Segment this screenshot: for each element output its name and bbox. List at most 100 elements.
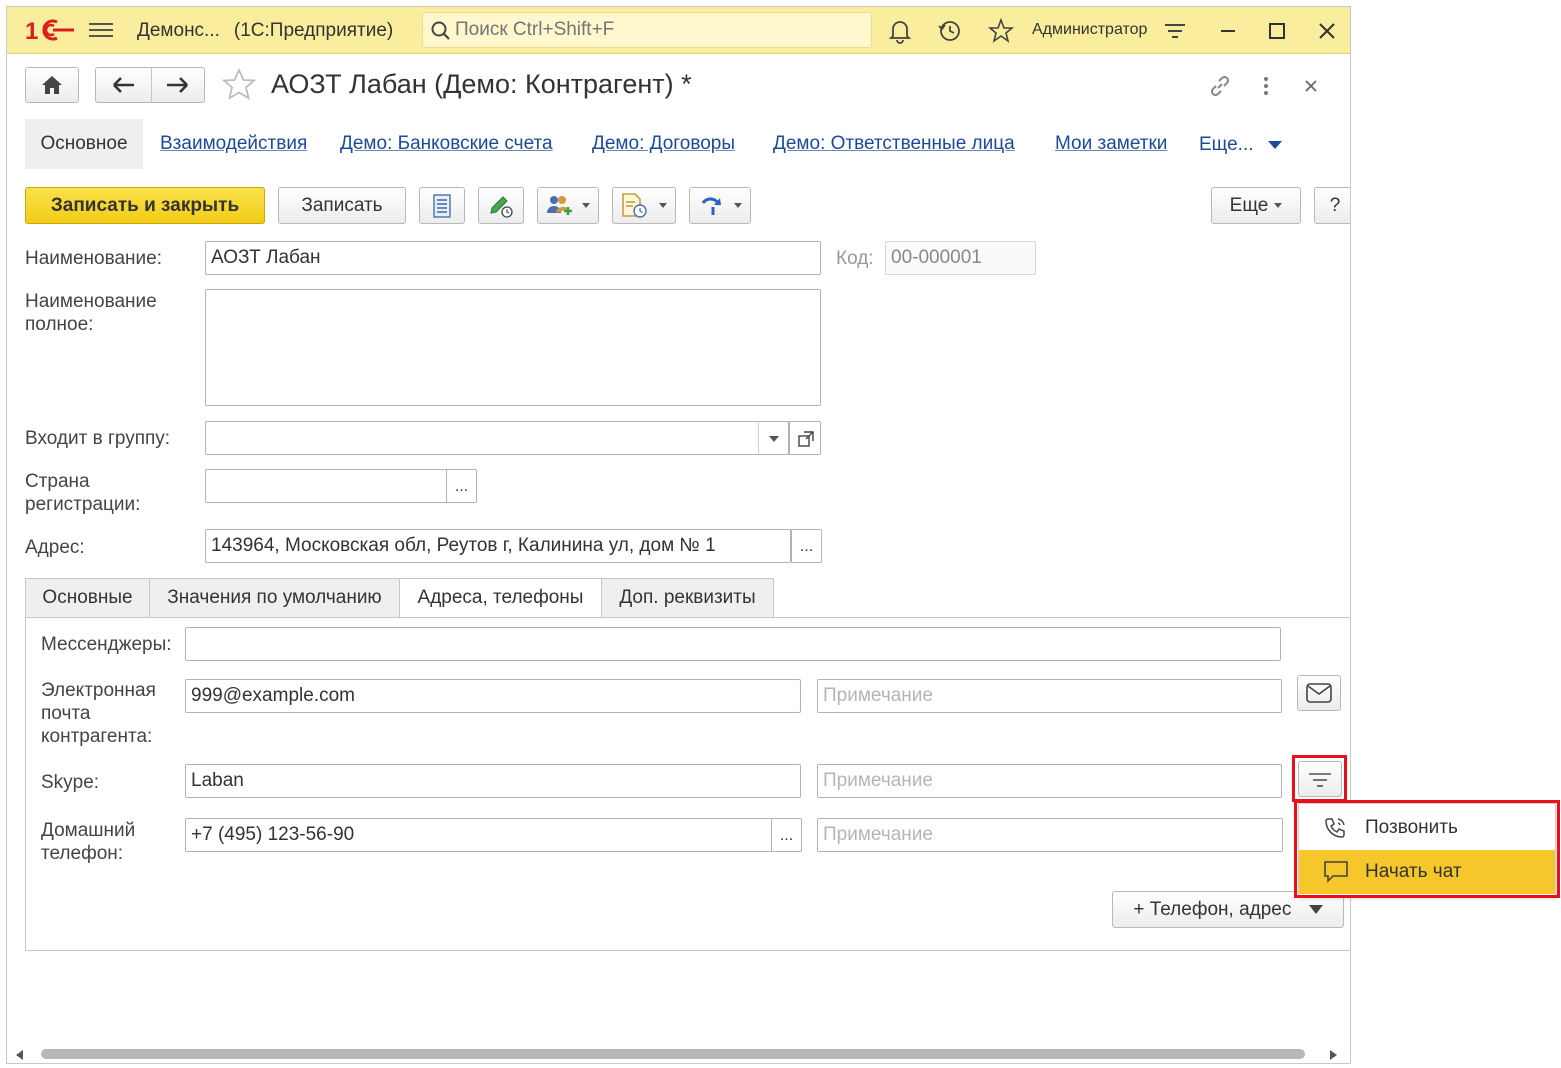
save-and-close-button[interactable]: Записать и закрыть — [25, 187, 265, 224]
tab-notes[interactable]: Мои заметки — [1055, 119, 1167, 169]
forward-arrow-icon[interactable] — [165, 76, 189, 94]
address-label: Адрес: — [25, 537, 85, 558]
minimize-icon[interactable] — [1215, 18, 1241, 44]
chevron-down-icon — [769, 436, 779, 442]
code-input[interactable]: 00-000001 — [885, 241, 1036, 275]
search-icon — [431, 21, 450, 40]
tab-bank-accounts[interactable]: Демо: Банковские счета — [340, 119, 553, 169]
email-input[interactable]: 999@example.com — [185, 679, 801, 713]
tab-more-label: Еще... — [1199, 134, 1254, 155]
top-bar: 1 Демонс... (1С:Предприятие) Администрато… — [7, 7, 1350, 54]
close-window-icon[interactable] — [1314, 18, 1340, 44]
tab-more[interactable]: Еще... — [1199, 134, 1283, 156]
link-icon[interactable] — [1207, 73, 1233, 99]
user-name[interactable]: Администратор — [1032, 21, 1147, 39]
document-list-icon — [433, 194, 451, 218]
skype-input[interactable]: Laban — [185, 764, 801, 798]
group-label: Входит в группу: — [25, 428, 171, 449]
app-window: 1 Демонс... (1С:Предприятие) Администрато… — [6, 6, 1351, 1064]
phone-input[interactable]: +7 (495) 123-56-90 — [185, 818, 773, 852]
tab-responsible[interactable]: Демо: Ответственные лица — [773, 119, 1015, 169]
send-email-button[interactable] — [1297, 675, 1341, 711]
menu-icon[interactable] — [89, 19, 113, 41]
bell-icon[interactable] — [887, 18, 913, 44]
edit-history-button[interactable] — [478, 187, 524, 224]
filter-menu-icon — [1309, 773, 1331, 787]
skype-note-input[interactable]: Примечание — [817, 764, 1282, 798]
code-label: Код: — [836, 248, 874, 269]
home-icon — [42, 76, 62, 94]
history-nav — [95, 67, 205, 103]
address-select-button[interactable]: ... — [791, 529, 822, 563]
country-select-button[interactable]: ... — [446, 469, 477, 503]
chevron-down-icon — [1267, 140, 1282, 149]
menu-item-start-chat-label: Начать чат — [1365, 861, 1462, 882]
messengers-label: Мессенджеры: — [41, 634, 172, 655]
search-input[interactable] — [455, 18, 855, 42]
maximize-icon[interactable] — [1264, 18, 1290, 44]
favorite-star-icon[interactable] — [221, 67, 257, 103]
tab-extra-props[interactable]: Доп. реквизиты — [601, 578, 774, 618]
chevron-down-icon — [1308, 905, 1323, 915]
add-phone-address-button[interactable]: + Телефон, адрес — [1112, 891, 1344, 928]
close-form-icon[interactable] — [1298, 73, 1324, 99]
goto-button[interactable] — [689, 187, 751, 224]
menu-item-call[interactable]: Позвонить — [1299, 806, 1555, 850]
phone-select-button[interactable]: ... — [771, 818, 802, 852]
scroll-right-icon[interactable] — [1329, 1050, 1337, 1060]
dropdown-caret-icon — [659, 203, 667, 208]
save-button[interactable]: Записать — [278, 187, 406, 224]
open-window-icon — [798, 431, 814, 447]
skype-actions-button[interactable] — [1298, 761, 1342, 797]
email-label: Электронная почта контрагента: — [41, 680, 156, 747]
back-arrow-icon[interactable] — [112, 76, 136, 94]
name-input[interactable]: АОЗТ Лабан — [205, 241, 821, 275]
skype-actions-menu: Позвонить Начать чат — [1298, 803, 1556, 896]
group-select[interactable] — [205, 421, 789, 455]
tab-interactions[interactable]: Взаимодействия — [160, 119, 307, 169]
history-icon[interactable] — [937, 18, 963, 44]
star-icon[interactable] — [988, 18, 1014, 44]
document-create-button[interactable] — [612, 187, 676, 224]
more-button[interactable]: Еще — [1211, 187, 1301, 224]
phone-label: Домашний телефон: — [41, 820, 136, 864]
fullname-textarea[interactable] — [205, 289, 821, 406]
tab-basics[interactable]: Основные — [25, 578, 150, 618]
app-name: Демонс... — [137, 20, 220, 41]
group-open-button[interactable] — [789, 421, 821, 455]
svg-text:1: 1 — [25, 18, 38, 43]
1c-logo-icon[interactable]: 1 — [25, 17, 75, 43]
redirect-arrow-icon — [701, 197, 721, 215]
form-title: АОЗТ Лабан (Демо: Контрагент) * — [271, 69, 692, 99]
email-note-input[interactable]: Примечание — [817, 679, 1282, 713]
more-vertical-icon[interactable] — [1253, 73, 1279, 99]
users-add-icon — [547, 196, 572, 215]
add-phone-address-label: + Телефон, адрес — [1133, 899, 1292, 920]
users-button[interactable] — [537, 187, 599, 224]
skype-label: Skype: — [41, 772, 100, 793]
horizontal-scrollbar[interactable] — [41, 1049, 1305, 1059]
tab-main[interactable]: Основное — [25, 119, 143, 169]
chat-icon — [1324, 861, 1348, 883]
fullname-label: Наименование полное: — [25, 291, 157, 335]
report-button[interactable] — [419, 187, 465, 224]
tab-addresses-phones[interactable]: Адреса, телефоны — [399, 578, 602, 619]
tab-contracts[interactable]: Демо: Договоры — [592, 119, 735, 169]
help-button[interactable]: ? — [1314, 187, 1350, 224]
home-button[interactable] — [25, 67, 79, 103]
app-subtitle: (1С:Предприятие) — [233, 20, 394, 41]
tab-defaults[interactable]: Значения по умолчанию — [149, 578, 400, 618]
messengers-input[interactable] — [185, 627, 1281, 661]
country-input[interactable] — [205, 469, 447, 503]
search-box[interactable] — [422, 12, 872, 48]
app-title: Демонс... (1С:Предприятие) — [137, 20, 393, 42]
settings-menu-icon[interactable] — [1162, 18, 1188, 44]
group-dropdown-button[interactable] — [758, 421, 789, 455]
menu-item-start-chat[interactable]: Начать чат — [1299, 850, 1555, 894]
pencil-clock-icon — [490, 196, 513, 218]
envelope-icon — [1306, 683, 1332, 703]
address-input[interactable]: 143964, Московская обл, Реутов г, Калини… — [205, 529, 791, 563]
scroll-left-icon[interactable] — [16, 1050, 24, 1060]
menu-item-call-label: Позвонить — [1365, 817, 1458, 838]
phone-note-input[interactable]: Примечание — [817, 818, 1283, 852]
